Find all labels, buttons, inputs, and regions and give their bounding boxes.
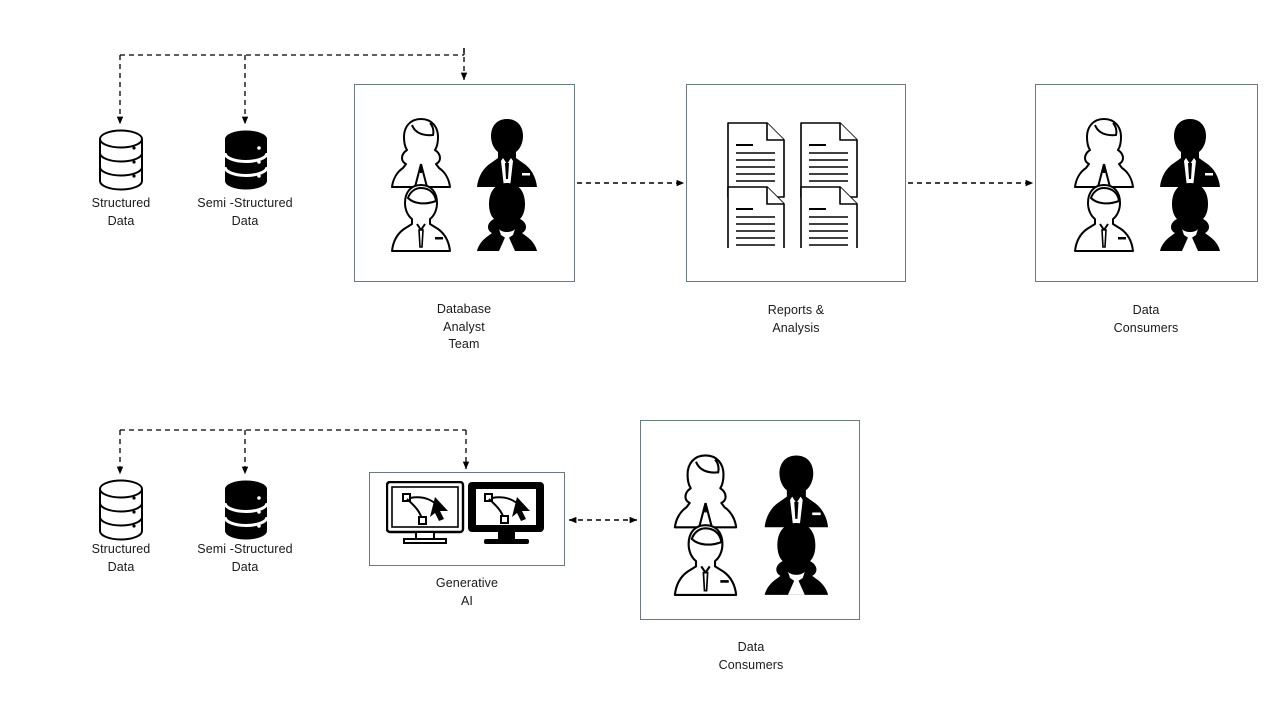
database-cylinder-icon — [221, 128, 271, 192]
generative-ai-box[interactable] — [369, 472, 565, 566]
people-group-icon — [667, 447, 837, 597]
generative-ai-label: Generative AI — [435, 576, 499, 608]
semi-structured-data-bottom-label: Semi -Structured Data — [197, 542, 293, 574]
documents-group-icon — [727, 122, 869, 248]
database-cylinder-icon — [96, 478, 146, 542]
people-group-icon — [1072, 111, 1224, 253]
structured-data-bottom-label: Structured Data — [91, 542, 151, 574]
data-consumers-top-box[interactable] — [1035, 84, 1258, 282]
database-analyst-team-label: Database Analyst Team — [436, 302, 492, 351]
database-analyst-team-box[interactable] — [354, 84, 575, 282]
semi-structured-data-top-label: Semi -Structured Data — [197, 196, 293, 228]
people-group-icon — [389, 111, 541, 253]
monitors-group-icon — [386, 481, 546, 547]
database-cylinder-icon — [96, 128, 146, 192]
data-consumers-bottom-label: Data Consumers — [718, 640, 784, 672]
structured-data-top-label: Structured Data — [91, 196, 151, 228]
data-consumers-bottom-box[interactable] — [640, 420, 860, 620]
diagram-canvas: Structured Data Semi -Structured Data Da… — [0, 0, 1280, 720]
reports-and-analysis-box[interactable] — [686, 84, 906, 282]
database-cylinder-icon — [221, 478, 271, 542]
connector-bottom-bus — [116, 429, 470, 475]
reports-and-analysis-label: Reports & Analysis — [767, 303, 825, 335]
data-consumers-top-label: Data Consumers — [1113, 303, 1179, 335]
